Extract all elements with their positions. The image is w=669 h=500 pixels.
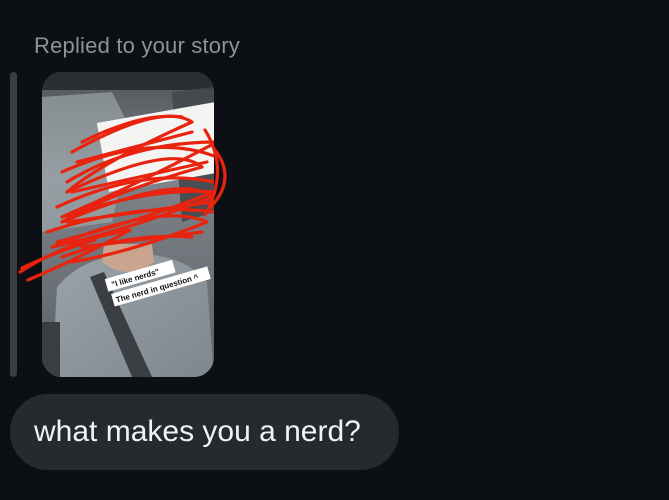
- message-text: what makes you a nerd?: [34, 415, 361, 448]
- reply-quote-bar: [10, 72, 17, 377]
- message-bubble[interactable]: what makes you a nerd?: [10, 394, 399, 470]
- dm-thread-screen: Replied to your story "I like nerds" The…: [0, 0, 669, 500]
- story-thumbnail[interactable]: "I like nerds" The nerd in question ^: [42, 72, 214, 377]
- replied-to-story-label: Replied to your story: [34, 33, 240, 58]
- story-photo: "I like nerds" The nerd in question ^: [42, 72, 214, 377]
